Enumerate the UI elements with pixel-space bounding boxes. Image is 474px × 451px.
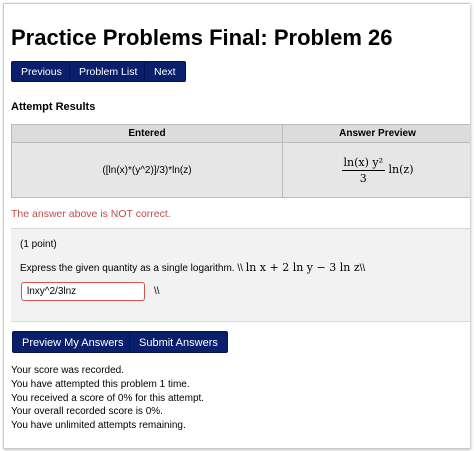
prompt-text: Express the given quantity as a single l… [20, 263, 243, 274]
previous-button[interactable]: Previous [11, 61, 72, 82]
answer-preview-math: ln(x) y² 3 ln(z) [341, 156, 414, 185]
preview-numerator: ln(x) y² [341, 155, 386, 171]
next-button[interactable]: Next [144, 61, 186, 82]
prompt-math: ln x + 2 ln y − 3 ln z [245, 261, 360, 274]
page-title: Practice Problems Final: Problem 26 [11, 25, 393, 50]
preview-answers-button[interactable]: Preview My Answers [12, 331, 134, 353]
page-frame: Practice Problems Final: Problem 26 Prev… [3, 3, 470, 449]
attempt-results-table: Entered Answer Preview ([ln(x)*(y^2)]/3)… [11, 123, 470, 198]
incorrect-feedback: The answer above is NOT correct. [11, 208, 171, 220]
score-status: Your score was recorded. You have attemp… [11, 364, 204, 433]
attempt-results-heading: Attempt Results [11, 101, 96, 113]
status-line: You have unlimited attempts remaining. [11, 420, 186, 432]
problem-panel: (1 point) Express the given quantity as … [11, 228, 470, 322]
status-line: Your score was recorded. [11, 365, 125, 376]
problem-prompt: Express the given quantity as a single l… [20, 261, 365, 274]
problem-list-button[interactable]: Problem List [69, 61, 148, 82]
answer-input[interactable] [21, 282, 145, 301]
preview-trailing: ln(z) [388, 163, 414, 177]
problem-points: (1 point) [20, 239, 57, 250]
answer-preview-cell: ln(x) y² 3 ln(z) [282, 142, 470, 198]
preview-denominator: 3 [359, 171, 367, 185]
preview-fraction: ln(x) y² 3 [341, 155, 386, 185]
entered-answer-cell: ([ln(x)*(y^2)]/3)*ln(z) [11, 142, 283, 198]
status-line: Your overall recorded score is 0%. [11, 406, 163, 418]
column-header-answer-preview: Answer Preview [282, 123, 470, 144]
table-row: ([ln(x)*(y^2)]/3)*ln(z) ln(x) y² 3 ln(z) [11, 142, 470, 198]
status-line: You have attempted this problem 1 time. [11, 378, 190, 390]
submit-answers-button[interactable]: Submit Answers [129, 331, 228, 353]
table-header-row: Entered Answer Preview [11, 123, 470, 144]
prompt-tail: \\ [359, 263, 366, 274]
column-header-entered: Entered [11, 123, 283, 144]
answer-suffix: \\ [154, 286, 160, 297]
status-line: You received a score of 0% for this atte… [11, 392, 205, 404]
